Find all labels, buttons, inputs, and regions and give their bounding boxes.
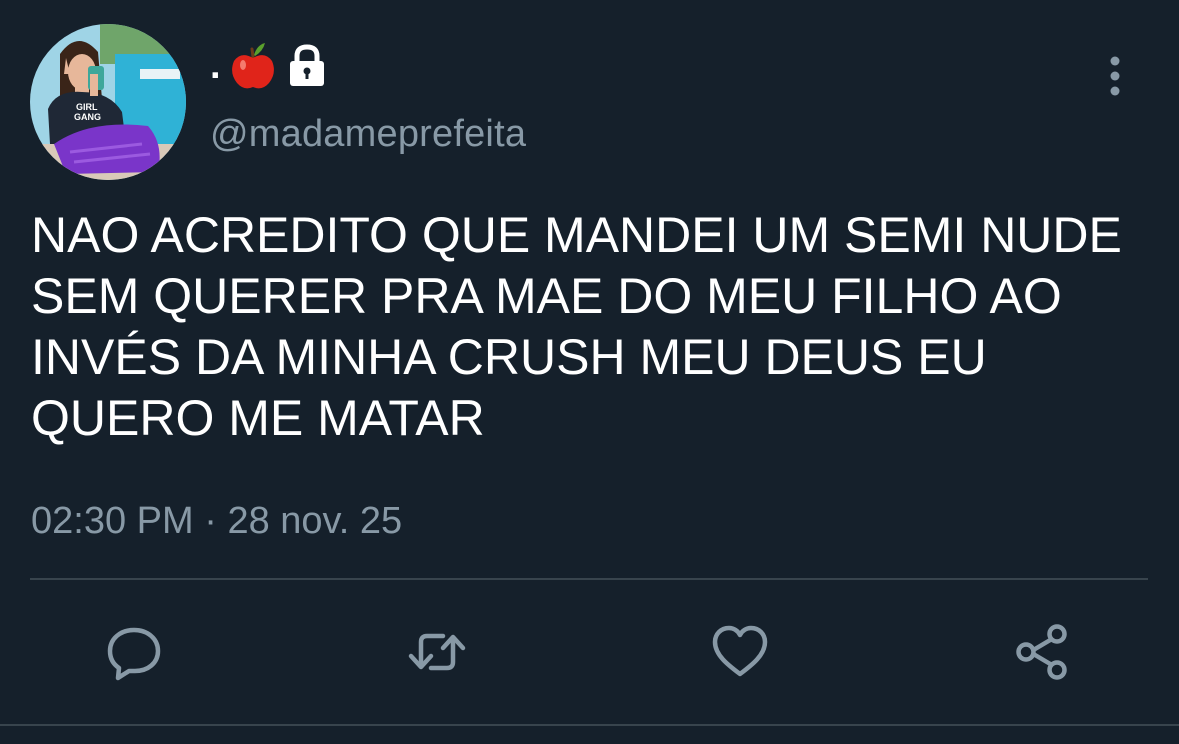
retweet-button[interactable]: [405, 620, 469, 684]
display-name[interactable]: .: [210, 47, 221, 85]
tweet-text-line: INVÉS DA MINHA CRUSH MEU DEUS EU: [31, 329, 987, 385]
share-button[interactable]: [1011, 620, 1075, 684]
timestamp-separator: ·: [193, 500, 228, 542]
avatar-photo: GIRL GANG: [30, 24, 186, 180]
tweet-text-line: SEM QUERER PRA MAE DO MEU FILHO AO: [31, 268, 1062, 324]
name-row: .: [210, 40, 327, 92]
divider: [30, 578, 1148, 580]
more-vertical-icon: [1110, 56, 1120, 96]
share-icon: [1016, 624, 1067, 680]
like-icon: [712, 625, 768, 677]
more-options-button[interactable]: [1100, 54, 1130, 98]
tweet-date: 28 nov. 25: [227, 500, 403, 542]
tweet-text: NAO ACREDITO QUE MANDEI UM SEMI NUDE SEM…: [31, 205, 1151, 449]
like-button[interactable]: [708, 620, 772, 684]
bottom-divider: [0, 724, 1179, 726]
retweet-icon: [408, 633, 466, 671]
tweet-card: GIRL GANG . @madameprefeita NAO ACREDITO…: [0, 0, 1179, 744]
reply-icon: [107, 627, 161, 681]
reply-button[interactable]: [102, 620, 166, 684]
apple-icon: [231, 43, 274, 89]
avatar-shirt-text-1: GIRL: [76, 102, 98, 112]
avatar[interactable]: GIRL GANG: [30, 24, 186, 180]
lock-icon: [289, 44, 324, 86]
tweet-text-line: QUERO ME MATAR: [31, 390, 485, 446]
avatar-shirt-text-2: GANG: [74, 112, 101, 122]
user-handle[interactable]: @madameprefeita: [210, 113, 526, 156]
tweet-text-line: NAO ACREDITO QUE MANDEI UM SEMI NUDE: [31, 207, 1122, 263]
tweet-time: 02:30 PM: [31, 500, 194, 542]
timestamp[interactable]: 02:30 PM · 28 nov. 25: [31, 500, 402, 543]
